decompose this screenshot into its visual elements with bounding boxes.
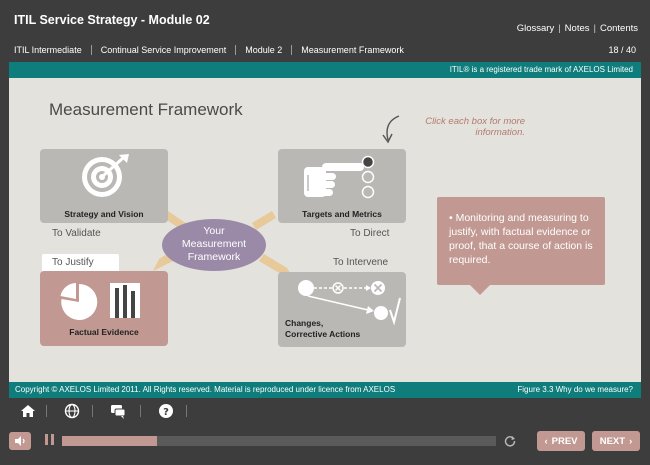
- toolbar-divider: [46, 405, 47, 417]
- chevron-left-icon: ‹: [544, 435, 548, 447]
- link-divider: |: [593, 23, 596, 34]
- trademark-text: ITIL® is a registered trade mark of AXEL…: [449, 65, 633, 74]
- prev-label: PREV: [551, 435, 578, 447]
- option-circles-icon: [361, 155, 375, 199]
- replay-icon[interactable]: [504, 435, 516, 447]
- trademark-bar: ITIL® is a registered trade mark of AXEL…: [9, 62, 641, 78]
- to-validate-caption: To Validate: [52, 228, 101, 239]
- copyright-bar: Copyright © AXELOS Limited 2011. All Rig…: [9, 382, 641, 398]
- breadcrumb-item: Module 2: [235, 45, 291, 55]
- figure-caption: Figure 3.3 Why do we measure?: [517, 385, 633, 394]
- toolbar-divider: [92, 405, 93, 417]
- pause-icon: [45, 434, 48, 445]
- changes-corrective-label: Changes, Corrective Actions: [285, 318, 361, 339]
- targets-metrics-label: Targets and Metrics: [302, 209, 382, 219]
- breadcrumb-item: Measurement Framework: [291, 45, 413, 55]
- prev-button[interactable]: ‹ PREV: [537, 431, 585, 451]
- top-links: Glossary | Notes | Contents: [517, 23, 638, 34]
- bullet-marker: •: [449, 212, 456, 224]
- pause-button[interactable]: [44, 434, 56, 448]
- help-icon[interactable]: ?: [158, 403, 174, 419]
- bar-chart-icon: [110, 283, 140, 318]
- toolbar-divider: [186, 405, 187, 417]
- pause-icon: [51, 434, 54, 445]
- callout-pointer: [470, 285, 490, 295]
- chevron-right-icon: ›: [629, 435, 633, 447]
- changes-corrective-box[interactable]: Changes, Corrective Actions: [278, 272, 406, 347]
- link-divider: |: [558, 23, 561, 34]
- info-text-body: Monitoring and measuring to justify, wit…: [449, 212, 593, 266]
- globe-icon[interactable]: [64, 403, 80, 419]
- contents-link[interactable]: Contents: [600, 23, 638, 34]
- course-title: ITIL Service Strategy - Module 02: [14, 13, 210, 27]
- home-icon[interactable]: [20, 403, 36, 419]
- info-text: • Monitoring and measuring to justify, w…: [449, 211, 599, 267]
- strategy-vision-label: Strategy and Vision: [64, 209, 144, 219]
- notes-link[interactable]: Notes: [565, 23, 590, 34]
- breadcrumb: ITIL Intermediate Continual Service Impr…: [14, 45, 413, 55]
- measurement-framework-label: Your Measurement Framework: [181, 225, 247, 263]
- targets-metrics-box[interactable]: Targets and Metrics: [278, 149, 406, 223]
- to-justify-tab: To Justify: [42, 254, 119, 272]
- factual-evidence-label: Factual Evidence: [69, 327, 139, 337]
- audio-button[interactable]: [9, 432, 31, 450]
- page-counter: 18 / 40: [608, 45, 636, 55]
- target-icon: [82, 154, 129, 197]
- chat-icon[interactable]: [110, 403, 126, 419]
- speaker-icon: [15, 436, 25, 446]
- pie-chart-icon: [60, 283, 98, 320]
- breadcrumb-item: ITIL Intermediate: [14, 45, 82, 55]
- copyright-text: Copyright © AXELOS Limited 2011. All Rig…: [15, 385, 396, 394]
- breadcrumb-item: Continual Service Improvement: [90, 45, 236, 55]
- svg-text:?: ?: [163, 407, 169, 418]
- next-button[interactable]: NEXT ›: [592, 431, 640, 451]
- pointing-hand-icon: [304, 163, 364, 197]
- icon-toolbar: ?: [0, 398, 650, 424]
- top-bar: ITIL Service Strategy - Module 02 Glossa…: [0, 0, 650, 62]
- to-direct-caption: To Direct: [350, 228, 390, 239]
- progress-bar[interactable]: [62, 436, 496, 446]
- factual-evidence-box[interactable]: Factual Evidence: [40, 271, 168, 346]
- strategy-vision-box[interactable]: Strategy and Vision: [40, 149, 168, 223]
- to-intervene-caption: To Intervene: [333, 257, 389, 268]
- glossary-link[interactable]: Glossary: [517, 23, 554, 34]
- progress-fill: [62, 436, 158, 446]
- info-callout: • Monitoring and measuring to justify, w…: [437, 197, 605, 295]
- next-label: NEXT: [599, 435, 626, 447]
- player-bar: ‹ PREV NEXT ›: [0, 424, 650, 465]
- to-justify-caption: To Justify: [52, 257, 94, 268]
- slide-content: Measurement Framework Click each box for…: [9, 78, 641, 382]
- toolbar-divider: [140, 405, 141, 417]
